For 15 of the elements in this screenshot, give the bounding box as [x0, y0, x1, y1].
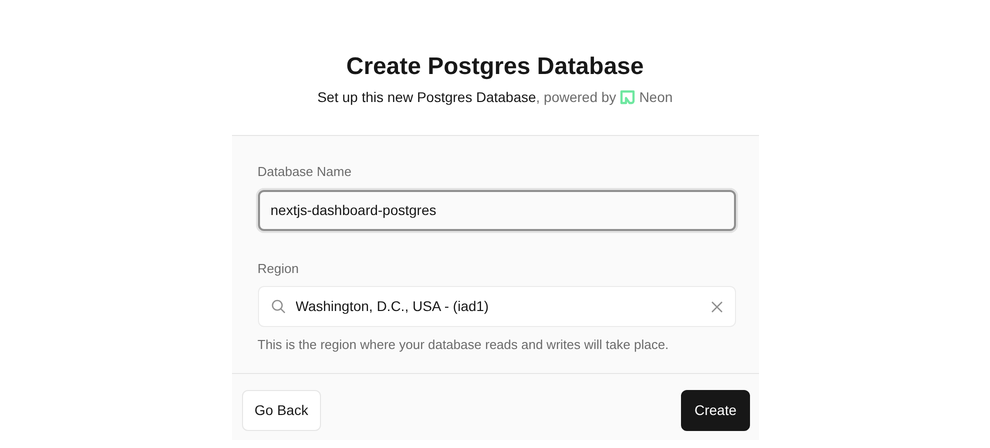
subtitle: Set up this new Postgres Database: [317, 88, 536, 107]
brand-name: Neon: [639, 88, 673, 107]
search-icon: [270, 299, 286, 314]
help-text: This is the region where your database reads and writes will take place.: [258, 336, 670, 354]
page-title: Create Postgres Database: [345, 52, 645, 82]
region-search-field[interactable]: Washington, D.C., USA - (iad1): [258, 286, 736, 327]
field-label: Database Name: [258, 163, 352, 181]
search-input[interactable]: Washington, D.C., USA - (iad1): [296, 296, 700, 317]
back-button[interactable]: Go Back: [242, 390, 322, 430]
clear-icon[interactable]: [710, 300, 722, 312]
neon-logo-icon: [620, 90, 636, 105]
field-label: Region: [258, 260, 300, 278]
powered-by-text: , powered by: [536, 88, 616, 107]
create-button[interactable]: Create: [681, 390, 750, 430]
database-name-field[interactable]: nextjs-dashboard-postgres: [258, 190, 736, 230]
